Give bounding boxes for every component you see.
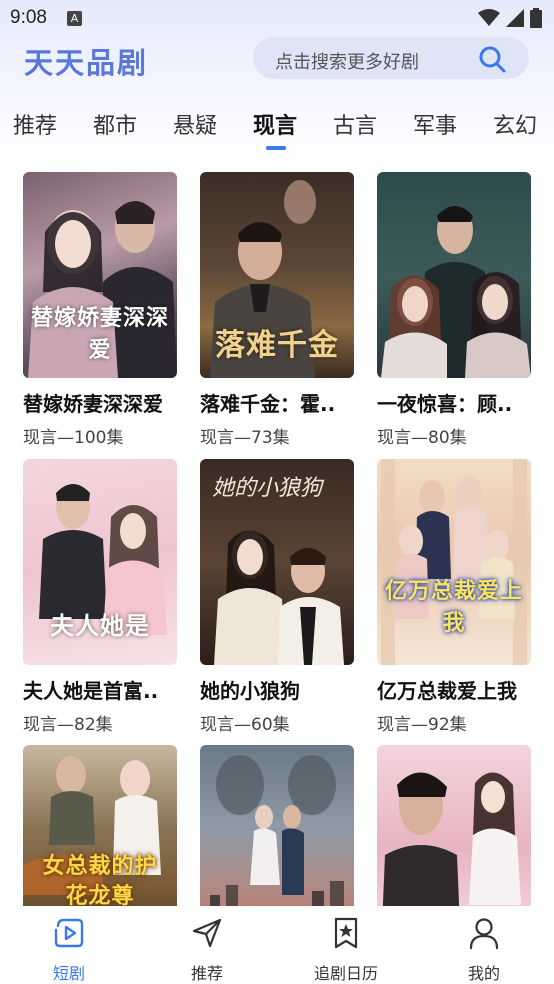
battery-icon [530, 8, 542, 28]
notification-icon: A [66, 10, 82, 26]
drama-title[interactable]: 她的小狼狗 [200, 675, 354, 704]
drama-poster[interactable] [377, 745, 531, 906]
drama-episodes: 现言—60集 [200, 715, 290, 735]
nav-tuijian[interactable]: 推荐 [157, 916, 257, 984]
tab-junshi[interactable]: 军事 [413, 108, 457, 140]
drama-card[interactable]: 夫人她是 夫人她是首富.. 现言—82集 [23, 459, 177, 735]
poster-caption: 替嫁娇妻深深爱 [30, 305, 169, 363]
svg-text:她的小狼狗: 她的小狼狗 [212, 476, 325, 501]
drama-episodes: 现言—82集 [23, 715, 113, 735]
nav-label: 推荐 [190, 964, 223, 983]
search-placeholder: 点击搜索更多好剧 [275, 52, 419, 73]
status-icons [478, 8, 542, 28]
poster-caption: 夫人她是 [50, 611, 150, 640]
drama-poster[interactable] [200, 745, 354, 906]
nav-wode[interactable]: 我的 [434, 916, 534, 984]
bottom-navigation: 短剧 推荐 追剧日历 我的 [0, 906, 554, 984]
drama-episodes: 现言—100集 [23, 428, 124, 448]
search-bar[interactable]: 点击搜索更多好剧 [253, 37, 529, 79]
search-icon[interactable] [477, 44, 507, 74]
drama-card[interactable] [200, 745, 354, 906]
drama-episodes: 现言—73集 [200, 428, 290, 448]
drama-title[interactable]: 一夜惊喜：顾.. [377, 388, 531, 417]
tab-dushi[interactable]: 都市 [93, 108, 137, 140]
drama-title[interactable]: 夫人她是首富.. [23, 675, 177, 704]
header: 天天品剧 点击搜索更多好剧 [0, 36, 554, 82]
app-title: 天天品剧 [24, 46, 149, 80]
user-icon [469, 918, 499, 950]
tab-xianyan[interactable]: 现言 [253, 108, 297, 140]
nav-duanju[interactable]: 短剧 [19, 916, 119, 984]
drama-title[interactable]: 落难千金：霍.. [200, 388, 354, 417]
drama-card[interactable]: 一夜惊喜：顾.. 现言—80集 [377, 172, 531, 448]
nav-label: 短剧 [52, 964, 85, 983]
drama-grid: 替嫁娇妻深深爱 替嫁娇妻深深爱 现言—100集 落难千金 落难千金：霍.. 现言… [0, 172, 554, 906]
send-icon [192, 918, 222, 948]
drama-poster[interactable]: 落难千金 [200, 172, 354, 378]
drama-poster[interactable] [377, 172, 531, 378]
play-icon [54, 918, 84, 948]
drama-poster[interactable]: 替嫁娇妻深深爱 [23, 172, 177, 378]
nav-label: 追剧日历 [313, 964, 378, 983]
drama-poster[interactable]: 亿万总裁爱上我 [377, 459, 531, 665]
status-time: 9:08 [10, 7, 47, 28]
drama-poster[interactable]: 夫人她是 [23, 459, 177, 665]
nav-zhuiju-rili[interactable]: 追剧日历 [296, 916, 396, 984]
drama-card[interactable]: 替嫁娇妻深深爱 替嫁娇妻深深爱 现言—100集 [23, 172, 177, 448]
drama-card[interactable]: 落难千金 落难千金：霍.. 现言—73集 [200, 172, 354, 448]
poster-caption: 亿万总裁爱上我 [384, 578, 523, 636]
tab-xuanyi[interactable]: 悬疑 [173, 108, 217, 140]
drama-poster[interactable]: 女总裁的护花龙尊 [23, 745, 177, 906]
category-tabs: 推荐 都市 悬疑 现言 古言 军事 玄幻 [0, 108, 554, 152]
drama-title[interactable]: 替嫁娇妻深深爱 [23, 388, 177, 417]
tab-xuanhuan[interactable]: 玄幻 [493, 108, 537, 140]
signal-icon [506, 9, 524, 27]
poster-caption: 落难千金 [215, 328, 339, 363]
drama-card[interactable]: 女总裁的护花龙尊 [23, 745, 177, 906]
tab-guyan[interactable]: 古言 [333, 108, 377, 140]
drama-episodes: 现言—80集 [377, 428, 467, 448]
drama-poster[interactable]: 她的小狼狗 [200, 459, 354, 665]
poster-caption: 女总裁的护花龙尊 [42, 853, 158, 906]
nav-label: 我的 [467, 964, 500, 983]
drama-episodes: 现言—92集 [377, 715, 467, 735]
drama-card[interactable] [377, 745, 531, 906]
drama-card[interactable]: 她的小狼狗 她的小狼狗 现言—60集 [200, 459, 354, 735]
active-tab-indicator [266, 146, 286, 150]
bookmark-star-icon [334, 917, 358, 949]
drama-title[interactable]: 亿万总裁爱上我 [377, 675, 531, 704]
drama-card[interactable]: 亿万总裁爱上我 亿万总裁爱上我 现言—92集 [377, 459, 531, 735]
status-bar: 9:08 A [0, 0, 554, 36]
tab-tuijian[interactable]: 推荐 [13, 108, 57, 140]
wifi-icon [478, 9, 500, 26]
